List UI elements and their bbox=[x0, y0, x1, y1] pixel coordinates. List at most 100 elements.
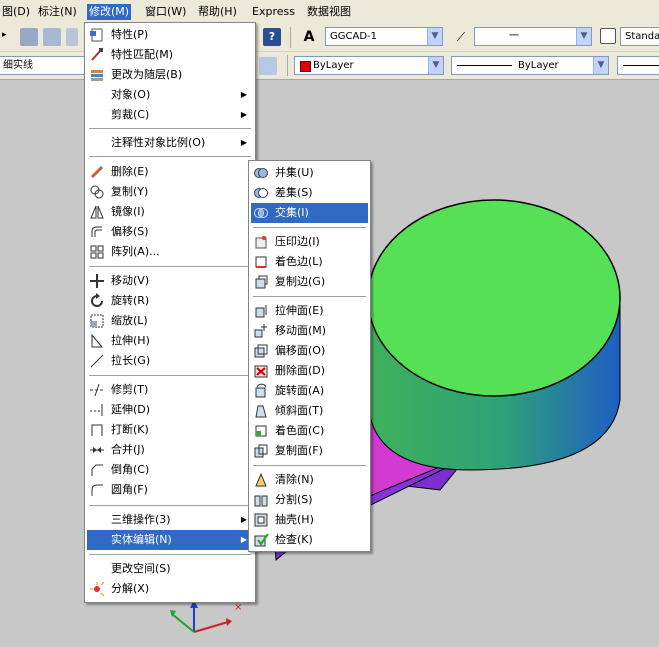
menu-item-chamfer[interactable]: 倒角(C) bbox=[87, 460, 253, 480]
menu-window[interactable]: 窗口(W) bbox=[143, 4, 188, 20]
help-icon[interactable]: ? bbox=[263, 28, 281, 46]
menu-item-intersect[interactable]: 交集(I) bbox=[251, 203, 368, 223]
cylinder-top bbox=[367, 199, 621, 397]
menu-item-shell[interactable]: 抽壳(H) bbox=[251, 510, 368, 530]
clean-icon bbox=[253, 472, 269, 488]
scale-icon bbox=[89, 313, 105, 329]
bylayer-icon bbox=[89, 67, 105, 83]
svg-text:×: × bbox=[234, 602, 242, 613]
move-icon bbox=[89, 273, 105, 289]
menu-item-clip[interactable]: 剪裁(C) ▶ bbox=[87, 105, 253, 125]
menu-item-taper-faces[interactable]: 倾斜面(T) bbox=[251, 401, 368, 421]
menu-item-delete-faces[interactable]: 删除面(D) bbox=[251, 361, 368, 381]
linetype-combo[interactable]: ByLayer ▼ bbox=[451, 56, 609, 75]
menu-item-union[interactable]: 并集(U) bbox=[251, 163, 368, 183]
imprint-edges-icon bbox=[253, 234, 269, 250]
layer-combo[interactable]: 细实线 bbox=[0, 56, 88, 75]
delete-faces-icon bbox=[253, 363, 269, 379]
submenu-arrow-icon: ▶ bbox=[240, 535, 247, 544]
copy-edges-icon bbox=[253, 274, 269, 290]
menu-item-fillet[interactable]: 圆角(F) bbox=[87, 480, 253, 500]
menu-item-separate[interactable]: 分割(S) bbox=[251, 490, 368, 510]
taper-faces-icon bbox=[253, 403, 269, 419]
menu-item-properties[interactable]: 特性(P) bbox=[87, 25, 253, 45]
table-style-icon[interactable] bbox=[600, 28, 616, 44]
layer-previous-icon[interactable] bbox=[259, 57, 277, 75]
submenu-arrow-icon: ▶ bbox=[240, 515, 247, 524]
menu-item-extend[interactable]: 延伸(D) bbox=[87, 400, 253, 420]
lengthen-icon bbox=[89, 353, 105, 369]
menu-help[interactable]: 帮助(H) bbox=[196, 4, 239, 20]
menu-data-view[interactable]: 数据视图 bbox=[305, 4, 353, 20]
dim-style-icon[interactable]: ⟋ bbox=[452, 28, 470, 46]
menu-modify[interactable]: 修改(M) bbox=[87, 4, 132, 20]
menu-item-explode[interactable]: 分解(X) bbox=[87, 579, 253, 599]
menu-item-copy-edges[interactable]: 复制边(G) bbox=[251, 272, 368, 292]
trim-icon bbox=[89, 382, 105, 398]
copy-faces-icon bbox=[253, 443, 269, 459]
menu-item-change-to-bylayer[interactable]: 更改为随层(B) bbox=[87, 65, 253, 85]
menu-item-scale[interactable]: 缩放(L) bbox=[87, 311, 253, 331]
subtract-icon bbox=[253, 185, 269, 201]
menu-item-rotate-faces[interactable]: 旋转面(A) bbox=[251, 381, 368, 401]
menu-item-mirror[interactable]: 镜像(I) bbox=[87, 202, 253, 222]
array-icon bbox=[89, 244, 105, 260]
menu-item-clean[interactable]: 清除(N) bbox=[251, 470, 368, 490]
solid-editing-submenu: 并集(U) 差集(S) 交集(I) 压印边(I) 着色边(L) 复制边(G) 拉… bbox=[248, 160, 371, 552]
menu-item-move-faces[interactable]: 移动面(M) bbox=[251, 321, 368, 341]
menu-item-offset-faces[interactable]: 偏移面(O) bbox=[251, 341, 368, 361]
menu-separator bbox=[253, 465, 366, 466]
menu-item-stretch[interactable]: 拉伸(H) bbox=[87, 331, 253, 351]
erase-icon bbox=[89, 164, 105, 180]
menu-separator bbox=[89, 505, 251, 506]
menu-item-copy[interactable]: 复制(Y) bbox=[87, 182, 253, 202]
union-icon bbox=[253, 165, 269, 181]
menu-separator bbox=[89, 554, 251, 555]
separate-icon bbox=[253, 492, 269, 508]
menu-item-check[interactable]: 检查(K) bbox=[251, 530, 368, 550]
menu-item-erase[interactable]: 删除(E) bbox=[87, 162, 253, 182]
properties-icon bbox=[89, 27, 105, 43]
menu-dimension[interactable]: 标注(N) bbox=[36, 4, 79, 20]
menu-draw[interactable]: 图(D) bbox=[0, 4, 32, 20]
menu-item-join[interactable]: 合并(J) bbox=[87, 440, 253, 460]
text-style-icon[interactable]: A bbox=[300, 28, 318, 46]
submenu-arrow-icon: ▶ bbox=[240, 90, 247, 99]
offset-faces-icon bbox=[253, 343, 269, 359]
menu-item-subtract[interactable]: 差集(S) bbox=[251, 183, 368, 203]
menu-item-imprint-edges[interactable]: 压印边(I) bbox=[251, 232, 368, 252]
color-combo[interactable]: ByLayer ▼ bbox=[294, 56, 444, 75]
menu-item-object[interactable]: 对象(O) ▶ bbox=[87, 85, 253, 105]
color-swatch bbox=[300, 61, 311, 72]
menu-item-annotative-scale[interactable]: 注释性对象比例(O) ▶ bbox=[87, 133, 253, 153]
zoom-window-icon[interactable] bbox=[66, 28, 78, 46]
menu-item-extrude-faces[interactable]: 拉伸面(E) bbox=[251, 301, 368, 321]
menu-item-match-properties[interactable]: 特性匹配(M) bbox=[87, 45, 253, 65]
menu-item-color-edges[interactable]: 着色边(L) bbox=[251, 252, 368, 272]
rotate-faces-icon bbox=[253, 383, 269, 399]
text-style-combo[interactable]: GGCAD-1 ▼ bbox=[325, 27, 443, 46]
menu-item-break[interactable]: 打断(K) bbox=[87, 420, 253, 440]
shell-icon bbox=[253, 512, 269, 528]
menu-item-rotate[interactable]: 旋转(R) bbox=[87, 291, 253, 311]
menu-item-change-space[interactable]: 更改空间(S) bbox=[87, 559, 253, 579]
zoom-realtime-icon[interactable] bbox=[43, 28, 61, 46]
menu-item-move[interactable]: 移动(V) bbox=[87, 271, 253, 291]
submenu-arrow-icon: ▶ bbox=[240, 138, 247, 147]
menu-item-lengthen[interactable]: 拉长(G) bbox=[87, 351, 253, 371]
table-style-combo[interactable]: Standa bbox=[620, 27, 659, 46]
menu-item-array[interactable]: 阵列(A)... bbox=[87, 242, 253, 262]
menu-item-copy-faces[interactable]: 复制面(F) bbox=[251, 441, 368, 461]
menu-item-solid-editing[interactable]: 实体编辑(N) ▶ bbox=[87, 530, 253, 550]
menu-item-color-faces[interactable]: 着色面(C) bbox=[251, 421, 368, 441]
lineweight-combo[interactable] bbox=[617, 56, 659, 75]
dim-style-combo[interactable]: 一 ▼ bbox=[474, 27, 592, 46]
chevron-icon[interactable]: ▸ bbox=[2, 30, 7, 40]
menu-item-3d-operations[interactable]: 三维操作(3) ▶ bbox=[87, 510, 253, 530]
menu-item-trim[interactable]: 修剪(T) bbox=[87, 380, 253, 400]
break-icon bbox=[89, 422, 105, 438]
menu-express[interactable]: Express bbox=[250, 4, 297, 20]
pan-icon[interactable] bbox=[20, 28, 38, 46]
line-sample bbox=[623, 65, 659, 66]
menu-item-offset[interactable]: 偏移(S) bbox=[87, 222, 253, 242]
